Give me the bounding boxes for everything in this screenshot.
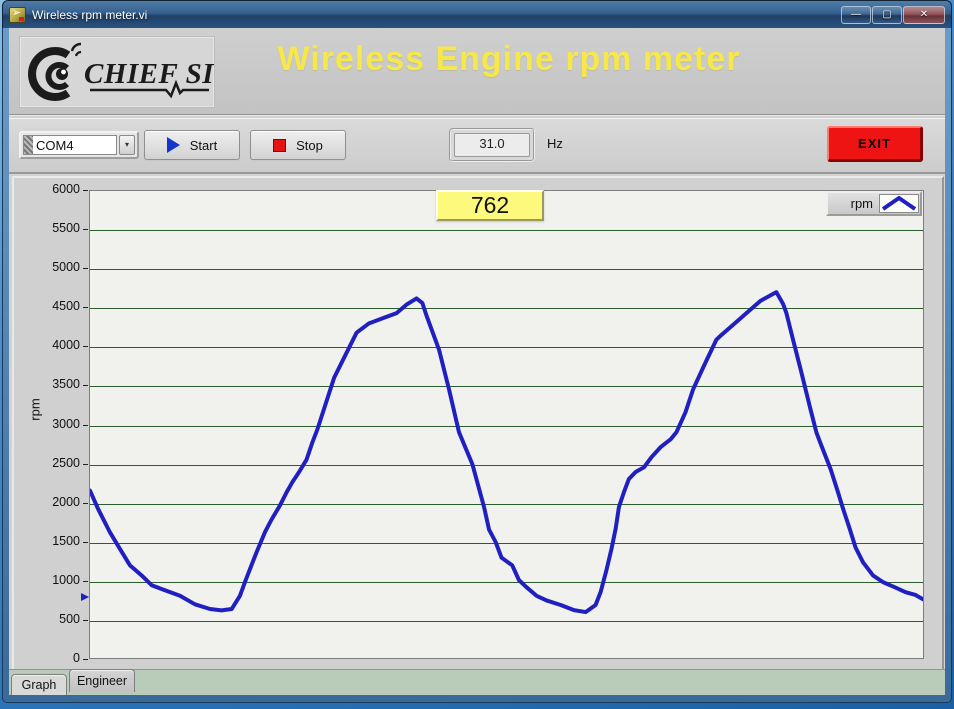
stop-square-icon — [273, 139, 286, 152]
window-frame: CHIEF SI Wireless Engine rpm meter COM4 … — [2, 28, 952, 703]
y-tick-mark — [83, 425, 88, 426]
legend-line-swatch[interactable] — [879, 194, 919, 213]
y-tick-mark — [83, 542, 88, 543]
axis-marker-arrow-icon — [81, 593, 89, 601]
y-tick-label: 4500 — [52, 299, 80, 313]
tab-engineer[interactable]: Engineer — [69, 669, 135, 692]
y-tick-mark — [83, 268, 88, 269]
y-tick-label: 5500 — [52, 221, 80, 235]
waveform-chart[interactable] — [89, 190, 924, 659]
y-tick-mark — [83, 620, 88, 621]
logo-text: CHIEF SI — [84, 58, 214, 90]
y-tick-label: 2000 — [52, 495, 80, 509]
frequency-unit-label: Hz — [547, 136, 563, 151]
title-bar[interactable]: Wireless rpm meter.vi — ▢ ✕ — [2, 0, 952, 28]
y-tick-mark — [83, 503, 88, 504]
header-band: CHIEF SI Wireless Engine rpm meter — [9, 28, 945, 116]
y-tick-mark — [83, 229, 88, 230]
y-tick-label: 5000 — [52, 260, 80, 274]
y-tick-mark — [83, 307, 88, 308]
app-window: Wireless rpm meter.vi — ▢ ✕ CHIEF S — [2, 0, 952, 703]
tab-graph[interactable]: Graph — [11, 674, 67, 695]
page-title: Wireless Engine rpm meter — [259, 40, 759, 79]
rpm-curve — [90, 292, 923, 612]
front-panel: CHIEF SI Wireless Engine rpm meter COM4 … — [9, 28, 945, 695]
y-tick-mark — [83, 659, 88, 660]
maximize-button[interactable]: ▢ — [872, 6, 902, 24]
logo-eye — [61, 70, 66, 75]
exit-button[interactable]: EXIT — [827, 126, 923, 162]
y-axis: 0500100015002000250030003500400045005000… — [14, 190, 89, 659]
labview-vi-icon — [9, 7, 26, 23]
start-button[interactable]: Start — [144, 130, 240, 160]
window-title: Wireless rpm meter.vi — [32, 8, 147, 22]
graph-panel: rpm 0 500 1000 1500 2000 2500 3000 3500 4000 4500… — [12, 176, 944, 672]
y-tick-mark — [83, 190, 88, 191]
rpm-digital-display: 762 — [436, 190, 544, 221]
legend-label: rpm — [851, 196, 873, 211]
logo-signal-arc — [72, 44, 81, 51]
toolbar: COM4 ▾ Start Stop 31.0 Hz EXIT — [9, 118, 945, 174]
com-port-selector[interactable]: COM4 ▾ — [19, 131, 139, 159]
y-tick-label: 3000 — [52, 417, 80, 431]
y-tick-mark — [83, 464, 88, 465]
start-button-label: Start — [190, 138, 217, 153]
close-button[interactable]: ✕ — [903, 6, 945, 24]
y-tick-mark — [83, 581, 88, 582]
plot-legend[interactable]: rpm — [826, 191, 922, 216]
y-tick-label: 4000 — [52, 338, 80, 352]
y-tick-label: 500 — [59, 612, 80, 626]
play-icon — [167, 137, 180, 153]
y-tick-label: 2500 — [52, 456, 80, 470]
y-tick-label: 6000 — [52, 182, 80, 196]
frequency-value[interactable]: 31.0 — [454, 133, 530, 157]
tab-strip: Graph Engineer — [9, 669, 945, 695]
stop-button[interactable]: Stop — [250, 130, 346, 160]
y-tick-label: 0 — [73, 651, 80, 665]
com-port-dropdown-button[interactable]: ▾ — [119, 135, 135, 155]
rpm-waveform — [90, 191, 923, 658]
com-port-value[interactable]: COM4 — [36, 138, 74, 153]
y-tick-label: 3500 — [52, 377, 80, 391]
y-tick-label: 1500 — [52, 534, 80, 548]
chief-si-logo: CHIEF SI — [19, 36, 215, 108]
y-tick-mark — [83, 385, 88, 386]
visa-io-icon — [24, 136, 33, 154]
y-tick-label: 1000 — [52, 573, 80, 587]
y-tick-mark — [83, 346, 88, 347]
frequency-control[interactable]: 31.0 — [449, 128, 535, 162]
minimize-button[interactable]: — — [841, 6, 871, 24]
legend-line-icon — [883, 198, 915, 209]
stop-button-label: Stop — [296, 138, 323, 153]
